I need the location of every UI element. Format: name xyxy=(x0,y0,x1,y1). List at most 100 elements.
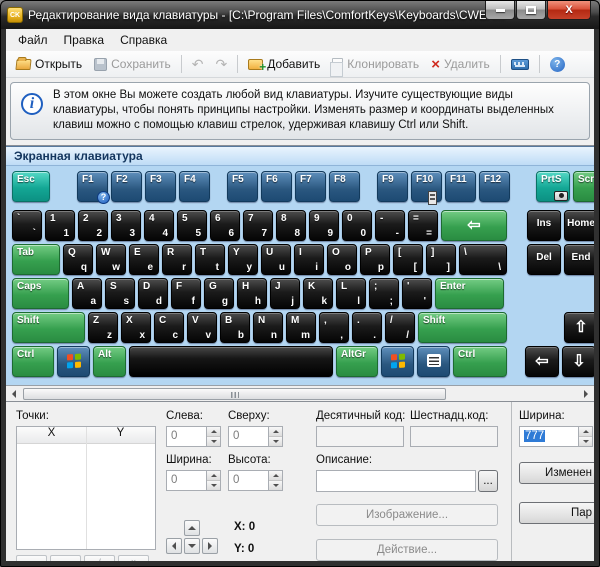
key-n[interactable]: Nn xyxy=(253,312,283,343)
key-1[interactable]: 11 xyxy=(45,210,75,241)
key-r[interactable]: Rr xyxy=(162,244,192,275)
key-c[interactable]: Cc xyxy=(154,312,184,343)
nudge-right-button[interactable] xyxy=(202,538,218,554)
key-8[interactable]: 88 xyxy=(276,210,306,241)
parameters-button[interactable]: Пар xyxy=(519,502,594,524)
key-l[interactable]: Ll xyxy=(336,278,366,309)
key-6[interactable]: 66 xyxy=(210,210,240,241)
scroll-left-button[interactable] xyxy=(6,387,22,401)
key-ctrl-left[interactable]: Ctrl xyxy=(12,346,54,377)
key-backslash[interactable]: \\ xyxy=(459,244,507,275)
key-prtsc[interactable]: PrtS xyxy=(536,171,570,202)
key-v[interactable]: Vv xyxy=(187,312,217,343)
browse-button[interactable]: ... xyxy=(478,470,498,492)
key-q[interactable]: Qq xyxy=(63,244,93,275)
menu-help[interactable]: Справка xyxy=(112,31,175,49)
key-slash[interactable]: // xyxy=(385,312,415,343)
keyboard-width-spinner[interactable] xyxy=(578,427,592,446)
description-input[interactable] xyxy=(316,470,476,492)
help-button[interactable]: ? xyxy=(544,54,571,75)
key-f10[interactable]: F10 xyxy=(411,171,442,202)
key-arrow-up[interactable]: ⇧ xyxy=(564,312,594,343)
key-0[interactable]: 00 xyxy=(342,210,372,241)
key-f9[interactable]: F9 xyxy=(377,171,408,202)
height-input[interactable]: 0 xyxy=(228,470,283,491)
key-context-menu[interactable] xyxy=(417,346,450,377)
key-f6[interactable]: F6 xyxy=(261,171,292,202)
key-i[interactable]: Ii xyxy=(294,244,324,275)
menu-file[interactable]: Файл xyxy=(10,31,56,49)
key-m[interactable]: Mm xyxy=(286,312,316,343)
nudge-up-button[interactable] xyxy=(184,520,200,536)
close-button[interactable]: X xyxy=(547,1,591,20)
keyboard-width-input[interactable]: 777 xyxy=(519,426,593,447)
key-w[interactable]: Ww xyxy=(96,244,126,275)
height-spinner[interactable] xyxy=(268,471,282,490)
key-shift-right[interactable]: Shift xyxy=(418,312,507,343)
key-altgr[interactable]: AltGr xyxy=(336,346,378,377)
key-f12[interactable]: F12 xyxy=(479,171,510,202)
nudge-left-button[interactable] xyxy=(166,538,182,554)
key-delete[interactable]: Del xyxy=(527,244,561,275)
point-curve-button[interactable]: / xyxy=(84,555,115,561)
key-a[interactable]: Aa xyxy=(72,278,102,309)
point-line-button[interactable]: — xyxy=(50,555,81,561)
key-equals[interactable]: == xyxy=(408,210,438,241)
key-backquote[interactable]: `` xyxy=(12,210,42,241)
action-button[interactable]: Действие... xyxy=(316,539,498,561)
key-j[interactable]: Jj xyxy=(270,278,300,309)
key-arrow-down[interactable]: ⇩ xyxy=(562,346,594,377)
scroll-right-button[interactable] xyxy=(578,387,594,401)
key-f5[interactable]: F5 xyxy=(227,171,258,202)
change-button[interactable]: Изменен xyxy=(519,462,594,484)
key-minus[interactable]: -- xyxy=(375,210,405,241)
key-f7[interactable]: F7 xyxy=(295,171,326,202)
key-4[interactable]: 44 xyxy=(144,210,174,241)
add-button[interactable]: Добавить xyxy=(242,54,326,74)
open-button[interactable]: Открыть xyxy=(10,54,88,74)
left-spinner[interactable] xyxy=(206,427,220,446)
top-spinner[interactable] xyxy=(268,427,282,446)
key-caps[interactable]: Caps xyxy=(12,278,69,309)
key-scrlk[interactable]: ScrLk xyxy=(573,171,594,202)
key-esc[interactable]: Esc xyxy=(12,171,50,202)
key-ctrl-right[interactable]: Ctrl xyxy=(453,346,507,377)
decimal-code-input[interactable] xyxy=(316,426,404,447)
width-spinner[interactable] xyxy=(206,471,220,490)
key-f4[interactable]: F4 xyxy=(179,171,210,202)
point-polyline-button[interactable]: ◦– xyxy=(16,555,47,561)
delete-button[interactable]: × Удалить xyxy=(425,54,496,75)
points-table[interactable]: X Y xyxy=(16,426,156,550)
key-bracket-right[interactable]: ]] xyxy=(426,244,456,275)
key-win-right[interactable] xyxy=(381,346,414,377)
key-arrow-left[interactable]: ⇦ xyxy=(525,346,559,377)
key-x[interactable]: Xx xyxy=(121,312,151,343)
key-period[interactable]: .. xyxy=(352,312,382,343)
key-end[interactable]: End xyxy=(564,244,594,275)
point-delete-button[interactable]: × xyxy=(118,555,149,561)
key-insert[interactable]: Ins xyxy=(527,210,561,241)
key-y[interactable]: Yy xyxy=(228,244,258,275)
menu-edit[interactable]: Правка xyxy=(56,31,113,49)
key-space[interactable] xyxy=(129,346,333,377)
key-semicolon[interactable]: ;; xyxy=(369,278,399,309)
key-z[interactable]: Zz xyxy=(88,312,118,343)
key-enter[interactable]: Enter xyxy=(435,278,504,309)
key-g[interactable]: Gg xyxy=(204,278,234,309)
minimize-button[interactable] xyxy=(485,1,515,20)
key-backspace[interactable]: ⇦ xyxy=(441,210,507,241)
key-e[interactable]: Ee xyxy=(129,244,159,275)
key-f2[interactable]: F2 xyxy=(111,171,142,202)
undo-button[interactable]: ↶ xyxy=(186,54,210,74)
key-5[interactable]: 55 xyxy=(177,210,207,241)
keyboard-view-button[interactable] xyxy=(505,56,535,73)
key-alt[interactable]: Alt xyxy=(93,346,126,377)
left-input[interactable]: 0 xyxy=(166,426,221,447)
key-f8[interactable]: F8 xyxy=(329,171,360,202)
key-f1[interactable]: F1? xyxy=(77,171,108,202)
save-button[interactable]: Сохранить xyxy=(88,54,177,74)
nudge-down-button[interactable] xyxy=(184,538,200,554)
width-input[interactable]: 0 xyxy=(166,470,221,491)
key-7[interactable]: 77 xyxy=(243,210,273,241)
key-h[interactable]: Hh xyxy=(237,278,267,309)
